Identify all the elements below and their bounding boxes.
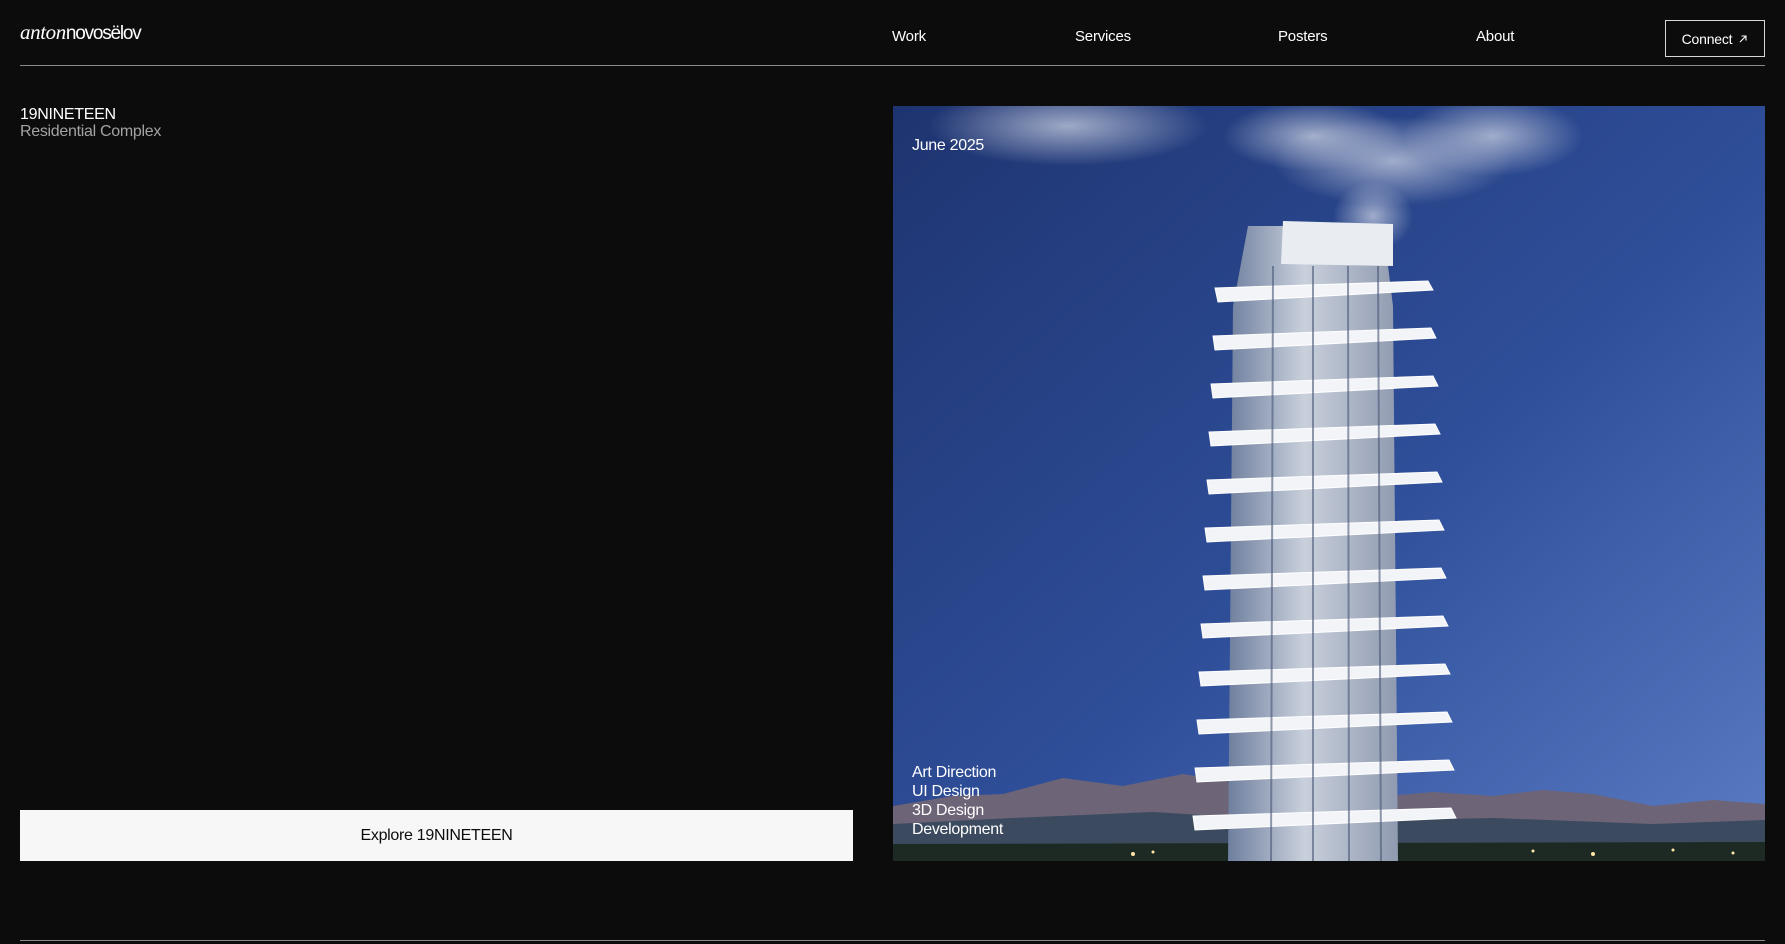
arrow-up-right-icon <box>1739 34 1747 42</box>
explore-project-button[interactable]: Explore 19NINETEEN <box>20 810 853 861</box>
project-tags: Art Direction UI Design 3D Design Develo… <box>912 763 1003 839</box>
tag-item: Art Direction <box>912 764 997 781</box>
logo-first-name: anton <box>20 20 66 44</box>
site-logo[interactable]: anton novosëlov <box>20 20 142 44</box>
connect-label: Connect <box>1681 30 1733 47</box>
tower-render-illustration <box>893 106 1765 861</box>
project-date: June 2025 <box>912 137 985 154</box>
connect-button[interactable]: Connect <box>1665 20 1765 57</box>
footer-divider <box>20 940 1765 941</box>
nav-item-posters[interactable]: Posters <box>1278 28 1328 45</box>
project-subtitle: Residential Complex <box>20 123 162 140</box>
nav-item-services[interactable]: Services <box>1075 28 1131 45</box>
logo-last-name: novosëlov <box>65 23 142 44</box>
nav-item-work[interactable]: Work <box>892 28 926 45</box>
project-title: 19NINETEEN <box>20 106 116 123</box>
project-hero-image[interactable]: June 2025 Art Direction UI Design 3D Des… <box>893 106 1765 861</box>
site-header: anton novosëlov Work Services Posters Ab… <box>20 0 1765 66</box>
tag-item: UI Design <box>912 783 980 800</box>
tag-item: 3D Design <box>912 802 985 819</box>
nav-item-about[interactable]: About <box>1476 28 1514 45</box>
tag-item: Development <box>912 821 1003 838</box>
